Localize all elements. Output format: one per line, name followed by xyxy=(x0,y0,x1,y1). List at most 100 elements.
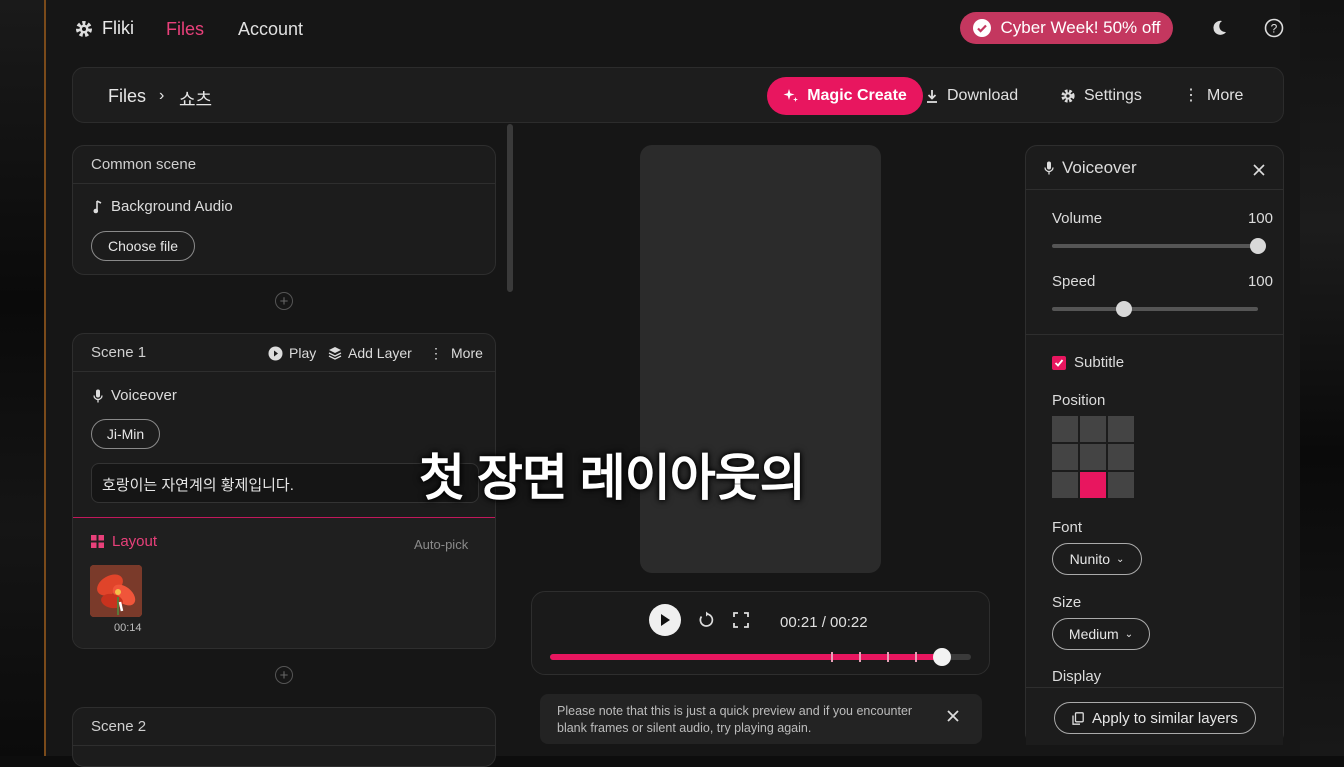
close-note-button[interactable] xyxy=(946,709,960,728)
magic-create-label: Magic Create xyxy=(807,87,907,104)
verified-badge-icon xyxy=(973,19,992,37)
choose-file-button[interactable]: Choose file xyxy=(91,231,195,261)
position-middle-right[interactable] xyxy=(1108,444,1134,470)
layout-thumbnail[interactable] xyxy=(90,565,142,617)
position-top-center[interactable] xyxy=(1080,416,1106,442)
breadcrumb-current: 쇼츠 xyxy=(179,90,213,110)
preview-note-text: Please note that this is just a quick pr… xyxy=(557,704,913,735)
font-select[interactable]: Nunito ⌄ xyxy=(1052,543,1142,575)
preview-player: 00:21 / 00:22 xyxy=(531,591,990,675)
voiceover-settings-panel: Voiceover Volume 100 Speed 100 Subtitle … xyxy=(1025,145,1284,745)
position-top-left[interactable] xyxy=(1052,416,1078,442)
speed-label: Speed xyxy=(1052,273,1096,290)
position-middle-center[interactable] xyxy=(1080,444,1106,470)
subtitle-checkbox-row[interactable]: Subtitle xyxy=(1052,354,1124,371)
size-select[interactable]: Medium ⌄ xyxy=(1052,618,1150,650)
vertical-dots-icon: ⋮ xyxy=(1183,87,1199,104)
breadcrumb-separator-icon: › xyxy=(159,87,165,104)
layout-row: Layout xyxy=(91,533,157,550)
scene-play-button[interactable]: Play xyxy=(268,345,316,361)
volume-slider[interactable] xyxy=(1052,238,1266,254)
subtitle-label: Subtitle xyxy=(1074,354,1125,371)
settings-button[interactable]: Settings xyxy=(1060,87,1142,105)
seek-progress xyxy=(550,654,942,660)
app-name: Fliki xyxy=(102,18,134,38)
volume-label: Volume xyxy=(1052,210,1103,227)
volume-value: 100 xyxy=(1247,210,1273,227)
theme-toggle-moon-icon[interactable] xyxy=(1209,18,1229,38)
nav-link-files[interactable]: Files xyxy=(166,19,204,40)
volume-slider-handle[interactable] xyxy=(1250,238,1266,254)
position-middle-left[interactable] xyxy=(1052,444,1078,470)
add-scene-plus-icon[interactable]: + xyxy=(275,292,293,310)
voice-selector[interactable]: Ji-Min xyxy=(91,419,160,449)
scene-1-header: Scene 1 Play Add Layer ⋮ More xyxy=(73,334,495,372)
music-note-icon xyxy=(93,199,102,213)
app-window: Fliki Files Account Cyber Week! 50% off … xyxy=(44,0,1300,767)
magic-create-button[interactable]: Magic Create xyxy=(767,77,923,115)
play-circle-icon xyxy=(268,346,283,360)
font-label: Font xyxy=(1052,519,1083,536)
thumbnail-duration: 00:14 xyxy=(114,622,142,634)
breadcrumb-files[interactable]: Files xyxy=(108,86,146,107)
fullscreen-icon xyxy=(733,612,749,628)
voiceover-panel-title: Voiceover xyxy=(1062,157,1137,177)
scene-more-label: More xyxy=(451,345,483,361)
more-button[interactable]: ⋮ More xyxy=(1183,87,1243,105)
play-button[interactable] xyxy=(649,604,681,636)
layout-label: Layout xyxy=(112,533,158,550)
backdrop-right xyxy=(1300,0,1344,756)
preview-note: Please note that this is just a quick pr… xyxy=(540,694,982,744)
seek-bar[interactable] xyxy=(550,648,971,666)
grid-layout-icon xyxy=(91,535,104,548)
scene-more-button[interactable]: ⋮ More xyxy=(429,345,483,361)
scene-marker xyxy=(831,652,833,662)
scene-2-card: Scene 2 xyxy=(72,707,496,767)
nav-link-account[interactable]: Account xyxy=(238,19,303,40)
promo-text: Cyber Week! 50% off xyxy=(1000,18,1161,37)
chevron-down-icon: ⌄ xyxy=(1116,553,1125,565)
app-logo[interactable]: Fliki xyxy=(74,18,134,39)
common-scene-title: Common scene xyxy=(73,146,495,184)
speed-slider[interactable] xyxy=(1052,301,1258,317)
gear-icon xyxy=(1061,89,1075,103)
position-bottom-left[interactable] xyxy=(1052,472,1078,498)
position-top-right[interactable] xyxy=(1108,416,1134,442)
layers-icon xyxy=(328,347,342,360)
common-scene-card: Common scene Background Audio Choose fil… xyxy=(72,145,496,275)
microphone-icon xyxy=(93,389,103,402)
scene-marker xyxy=(915,652,917,662)
add-layer-button[interactable]: Add Layer xyxy=(328,345,412,361)
add-scene-plus-icon-2[interactable]: + xyxy=(275,666,293,684)
apply-button-label: Apply to similar layers xyxy=(1092,709,1238,727)
video-subtitle-overlay: 첫 장면 레이아웃의 xyxy=(419,450,806,506)
play-icon xyxy=(661,614,670,626)
position-grid xyxy=(1052,416,1134,498)
flower-image-icon xyxy=(90,565,142,617)
scenes-scrollbar[interactable] xyxy=(507,124,513,292)
download-button[interactable]: Download xyxy=(925,87,1018,105)
close-panel-button[interactable] xyxy=(1253,161,1265,181)
settings-label: Settings xyxy=(1084,87,1142,104)
checkmark-icon xyxy=(1054,358,1064,367)
sparkle-icon xyxy=(783,89,799,102)
subtitle-checkbox[interactable] xyxy=(1052,355,1066,370)
more-label: More xyxy=(1207,87,1244,104)
scene-play-label: Play xyxy=(289,345,317,361)
replay-button[interactable] xyxy=(697,611,715,634)
position-bottom-center[interactable] xyxy=(1080,472,1106,498)
position-bottom-right[interactable] xyxy=(1108,472,1134,498)
voiceover-row: Voiceover xyxy=(93,387,177,404)
speed-value: 100 xyxy=(1247,273,1273,290)
help-icon[interactable]: ? xyxy=(1264,18,1284,38)
apply-to-similar-layers-button[interactable]: Apply to similar layers xyxy=(1054,702,1256,734)
panel-divider xyxy=(1026,334,1283,335)
copy-icon xyxy=(1072,711,1084,725)
promo-badge[interactable]: Cyber Week! 50% off xyxy=(960,12,1173,44)
speed-slider-handle[interactable] xyxy=(1116,301,1133,317)
seek-handle[interactable] xyxy=(932,648,951,666)
voiceover-panel-header: Voiceover xyxy=(1026,146,1283,190)
background-audio-row: Background Audio xyxy=(93,198,233,215)
fullscreen-button[interactable] xyxy=(733,612,749,633)
auto-pick-label[interactable]: Auto-pick xyxy=(414,537,468,552)
